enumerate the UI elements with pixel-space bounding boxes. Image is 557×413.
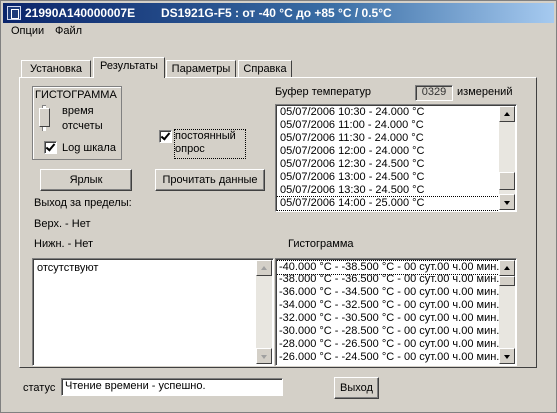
list-item[interactable]: 05/07/2006 13:00 - 24.500 °C xyxy=(280,171,424,184)
scroll-thumb[interactable] xyxy=(499,172,515,190)
list-item[interactable]: -34.000 °C - -32.500 °C - 00 сут.00 ч.00… xyxy=(279,299,499,312)
list-item[interactable]: отсутствуют xyxy=(36,262,99,275)
option-counts[interactable]: отсчеты xyxy=(62,120,103,132)
device-id: 21990A140000007E xyxy=(25,6,136,20)
list-item[interactable]: -38.000 °C - -36.500 °C - 00 сут.00 ч.00… xyxy=(279,273,499,286)
arrow-down-icon xyxy=(504,355,510,359)
continuous-poll-label: постоянный опрос xyxy=(174,129,246,159)
scroll-down-button[interactable] xyxy=(499,194,515,210)
device-description: DS1921G-F5 : от -40 °C до +85 °C / 0.5°C xyxy=(161,6,392,20)
list-item[interactable]: -36.000 °C - -34.500 °C - 00 сут.00 ч.00… xyxy=(279,286,499,299)
status-field: Чтение времени - успешно. xyxy=(61,378,283,396)
limits-list[interactable]: отсутствуют xyxy=(32,258,274,366)
arrow-up-icon xyxy=(504,112,510,116)
list-item[interactable]: -30.000 °C - -28.500 °C - 00 сут.00 ч.00… xyxy=(279,325,499,338)
arrow-up-icon xyxy=(504,266,510,270)
histogram-list[interactable]: -40.000 °C - -38.500 °C - 00 сут.00 ч.00… xyxy=(275,258,517,366)
main-window: 21990A140000007E DS1921G-F5 : от -40 °C … xyxy=(0,0,557,413)
measurement-count: 0329 xyxy=(415,85,453,101)
list-item[interactable]: 05/07/2006 11:00 - 24.000 °C xyxy=(280,119,424,132)
list-item[interactable]: -32.000 °C - -30.500 °C - 00 сут.00 ч.00… xyxy=(279,312,499,325)
arrow-up-icon xyxy=(261,266,267,270)
menu-file[interactable]: Файл xyxy=(55,25,82,37)
tab-results[interactable]: Результаты xyxy=(93,57,165,78)
title-bar[interactable]: 21990A140000007E DS1921G-F5 : от -40 °C … xyxy=(3,3,554,23)
limits-lower: Нижн. - Нет xyxy=(34,238,94,250)
buffer-title: Буфер температур xyxy=(275,86,372,98)
histogram-title: Гистограмма xyxy=(288,238,354,250)
list-item[interactable]: 05/07/2006 11:30 - 24.000 °C xyxy=(280,132,424,145)
log-scale-label: Log шкала xyxy=(62,142,116,154)
arrow-down-icon xyxy=(261,355,267,359)
tab-parameters[interactable]: Параметры xyxy=(166,60,236,78)
tab-help[interactable]: Справка xyxy=(238,60,292,78)
list-item[interactable]: 05/07/2006 12:00 - 24.000 °C xyxy=(280,145,424,158)
buffer-list[interactable]: 05/07/2006 10:30 - 24.000 °C 05/07/2006 … xyxy=(275,104,517,212)
option-time[interactable]: время xyxy=(62,105,94,117)
mode-slider-thumb[interactable] xyxy=(39,108,50,127)
scroll-down-button[interactable] xyxy=(499,348,515,364)
list-item-selected[interactable]: 05/07/2006 14:00 - 25.000 °C xyxy=(277,196,498,211)
histogram-group-title: ГИСТОГРАММА xyxy=(34,89,118,101)
limits-upper: Верх. - Нет xyxy=(34,218,91,230)
arrow-down-icon xyxy=(504,201,510,205)
measurement-count-suffix: измерений xyxy=(457,86,513,98)
limits-scrollbar[interactable] xyxy=(256,260,272,364)
exit-button[interactable]: Выход xyxy=(334,377,379,399)
buffer-scrollbar[interactable] xyxy=(499,106,515,210)
label-button[interactable]: Ярлык xyxy=(40,169,132,191)
scroll-up-button[interactable] xyxy=(256,260,272,276)
list-item[interactable]: 05/07/2006 12:30 - 24.500 °C xyxy=(280,158,424,171)
continuous-poll-checkbox[interactable] xyxy=(159,130,172,143)
limits-title: Выход за пределы: xyxy=(34,197,132,209)
menu-bar: Опции Файл xyxy=(3,24,554,41)
scroll-thumb[interactable] xyxy=(499,276,515,286)
list-item[interactable]: -26.000 °C - -24.500 °C - 00 сут.00 ч.00… xyxy=(279,351,499,364)
log-scale-checkbox[interactable] xyxy=(44,141,57,154)
read-data-button[interactable]: Прочитать данные xyxy=(155,169,265,191)
scroll-up-button[interactable] xyxy=(499,260,515,276)
scroll-up-button[interactable] xyxy=(499,106,515,122)
status-label: статус xyxy=(23,382,56,394)
scroll-down-button[interactable] xyxy=(256,348,272,364)
list-item[interactable]: 05/07/2006 10:30 - 24.000 °C xyxy=(280,106,424,119)
histogram-scrollbar[interactable] xyxy=(499,260,515,364)
tab-setup[interactable]: Установка xyxy=(21,60,91,78)
results-panel: ГИСТОГРАММА время отсчеты Log шкала пост… xyxy=(19,77,537,368)
app-icon xyxy=(7,6,21,20)
menu-options[interactable]: Опции xyxy=(11,25,44,37)
list-item[interactable]: -28.000 °C - -26.500 °C - 00 сут.00 ч.00… xyxy=(279,338,499,351)
